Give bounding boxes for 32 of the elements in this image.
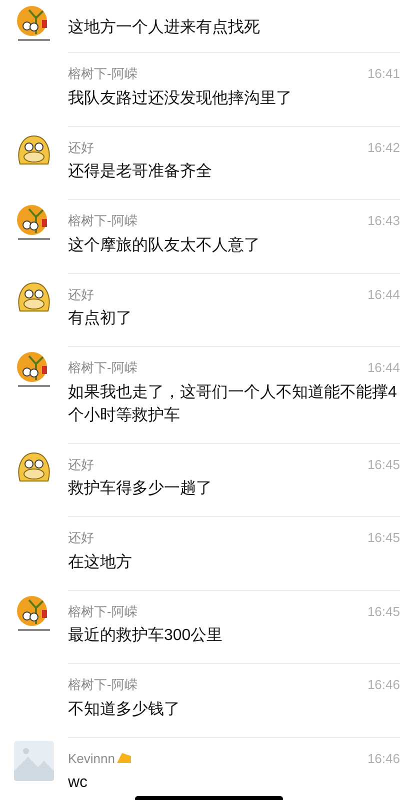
message-time: 16:43 xyxy=(367,212,400,230)
message-text: 救护车得多少一趟了 xyxy=(68,478,213,499)
message-text: 最近的救护车300公里 xyxy=(68,626,224,646)
message-text: 如果我也走了，这哥们一个人不知道能不能撑4个小时等救护车 xyxy=(68,382,398,426)
message-time: 16:45 xyxy=(367,456,400,474)
message-time: 16:45 xyxy=(367,529,400,547)
message-time: 16:46 xyxy=(367,750,400,768)
message-text: 这地方一个人进来有点找死 xyxy=(68,18,261,38)
message-time: 16:42 xyxy=(367,138,400,156)
message-text: 有点初了 xyxy=(68,308,133,329)
sender-name: 榕树下-阿嵘 xyxy=(68,212,138,230)
sender-name: 榕树下-阿嵘 xyxy=(68,359,138,377)
sender-name: 榕树下-阿嵘 xyxy=(68,602,138,620)
sender-name: 榕树下-阿嵘 xyxy=(68,65,138,83)
message-text: wc xyxy=(68,773,89,793)
message-time: 16:41 xyxy=(367,65,400,83)
sender-name: 榕树下-阿嵘 xyxy=(68,676,138,694)
message-text: 还得是老哥准备齐全 xyxy=(68,162,213,182)
message-time: 16:46 xyxy=(367,676,400,694)
message-time: 16:45 xyxy=(367,602,400,620)
image-placeholder-avatar-icon xyxy=(14,740,54,780)
message-time: 16:44 xyxy=(367,286,400,304)
sender-name: 还好 xyxy=(68,286,94,304)
message-time: 16:44 xyxy=(367,359,400,377)
message-text: 不知道多少钱了 xyxy=(68,700,181,720)
message-text: 这个摩旅的队友太不人意了 xyxy=(68,236,261,256)
sender-name: 还好 xyxy=(68,138,94,156)
sender-name: 还好 xyxy=(68,456,94,474)
message-text: 在这地方 xyxy=(68,552,133,572)
sender-name: 还好 xyxy=(68,529,94,547)
message-text: 我队友路过还没发现他摔沟里了 xyxy=(68,88,293,108)
sender-name: Kevinnn xyxy=(68,750,115,768)
